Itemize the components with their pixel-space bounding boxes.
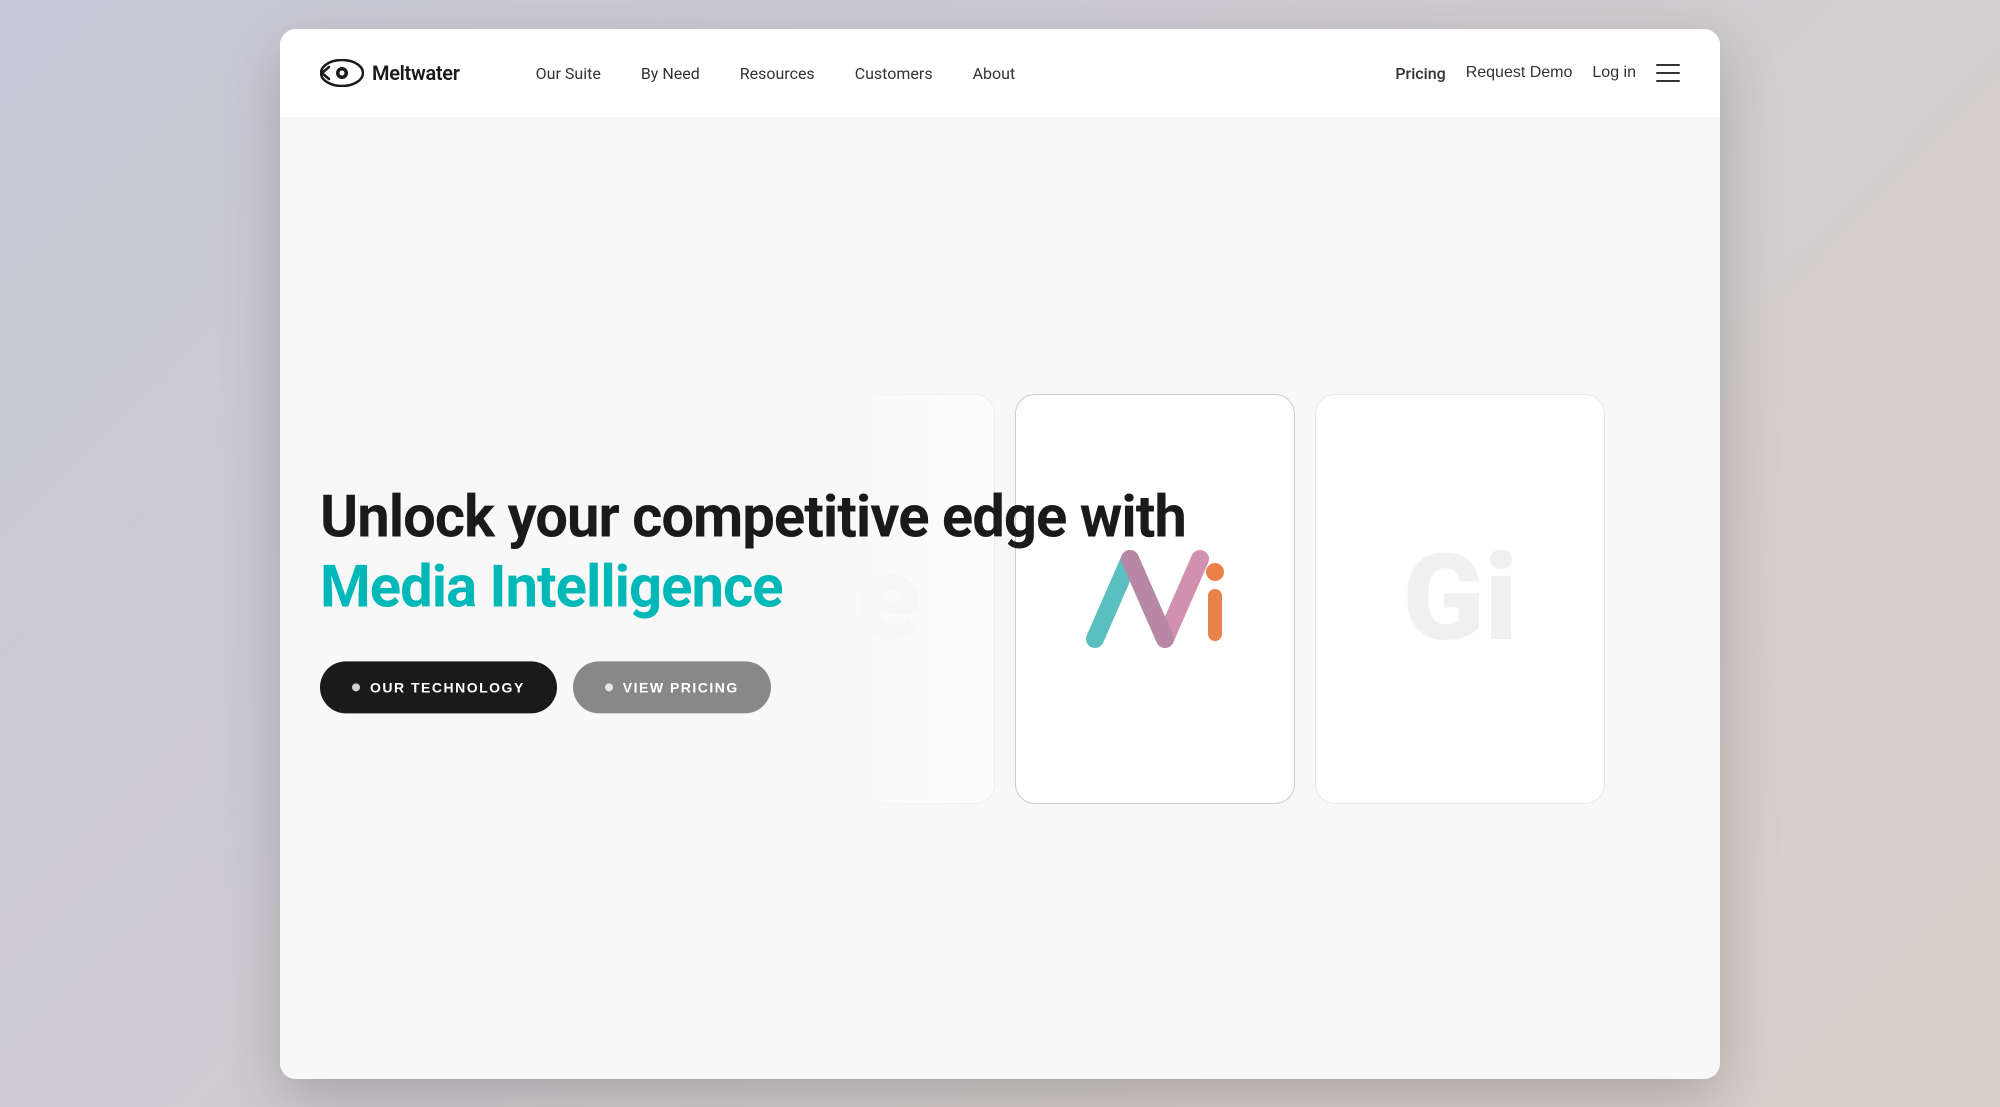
login-button[interactable]: Log in — [1592, 64, 1636, 82]
hero-text-wrapper: Unlock your competitive edge with Media … — [320, 484, 1186, 713]
view-pricing-label: VIEW PRICING — [623, 679, 739, 695]
btn-dot-tech — [352, 683, 360, 691]
nav-right: Pricing Request Demo Log in — [1395, 64, 1680, 83]
request-demo-button[interactable]: Request Demo — [1466, 64, 1573, 82]
logo-text: Meltwater — [372, 61, 460, 85]
hero-subheadline: Media Intelligence — [320, 555, 1186, 622]
navbar: Meltwater Our Suite By Need Resources Cu… — [280, 29, 1720, 119]
card-right-1: Gi — [1315, 394, 1605, 804]
hamburger-line-2 — [1656, 72, 1680, 74]
hero-buttons: OUR TECHNOLOGY VIEW PRICING — [320, 661, 1186, 713]
meltwater-logo-icon — [320, 59, 364, 87]
card-right-1-watermark: Gi — [1403, 529, 1518, 669]
hamburger-menu-button[interactable] — [1656, 64, 1680, 82]
hamburger-line-3 — [1656, 80, 1680, 82]
browser-window: Meltwater Our Suite By Need Resources Cu… — [280, 29, 1720, 1079]
our-technology-button[interactable]: OUR TECHNOLOGY — [320, 661, 557, 713]
main-content: Ap De — [280, 119, 1720, 1079]
btn-dot-pricing — [605, 683, 613, 691]
nav-link-about[interactable]: About — [957, 56, 1032, 91]
logo[interactable]: Meltwater — [320, 59, 460, 87]
nav-link-customers[interactable]: Customers — [839, 56, 949, 91]
nav-link-resources[interactable]: Resources — [724, 56, 831, 91]
nav-link-by-need[interactable]: By Need — [625, 56, 716, 91]
nav-pricing[interactable]: Pricing — [1395, 64, 1445, 83]
nav-link-our-suite[interactable]: Our Suite — [520, 56, 617, 91]
hero-headline: Unlock your competitive edge with — [320, 484, 1186, 551]
our-technology-label: OUR TECHNOLOGY — [370, 679, 525, 695]
nav-links: Our Suite By Need Resources Customers Ab… — [520, 56, 1396, 91]
view-pricing-button[interactable]: VIEW PRICING — [573, 661, 771, 713]
hamburger-line-1 — [1656, 64, 1680, 66]
